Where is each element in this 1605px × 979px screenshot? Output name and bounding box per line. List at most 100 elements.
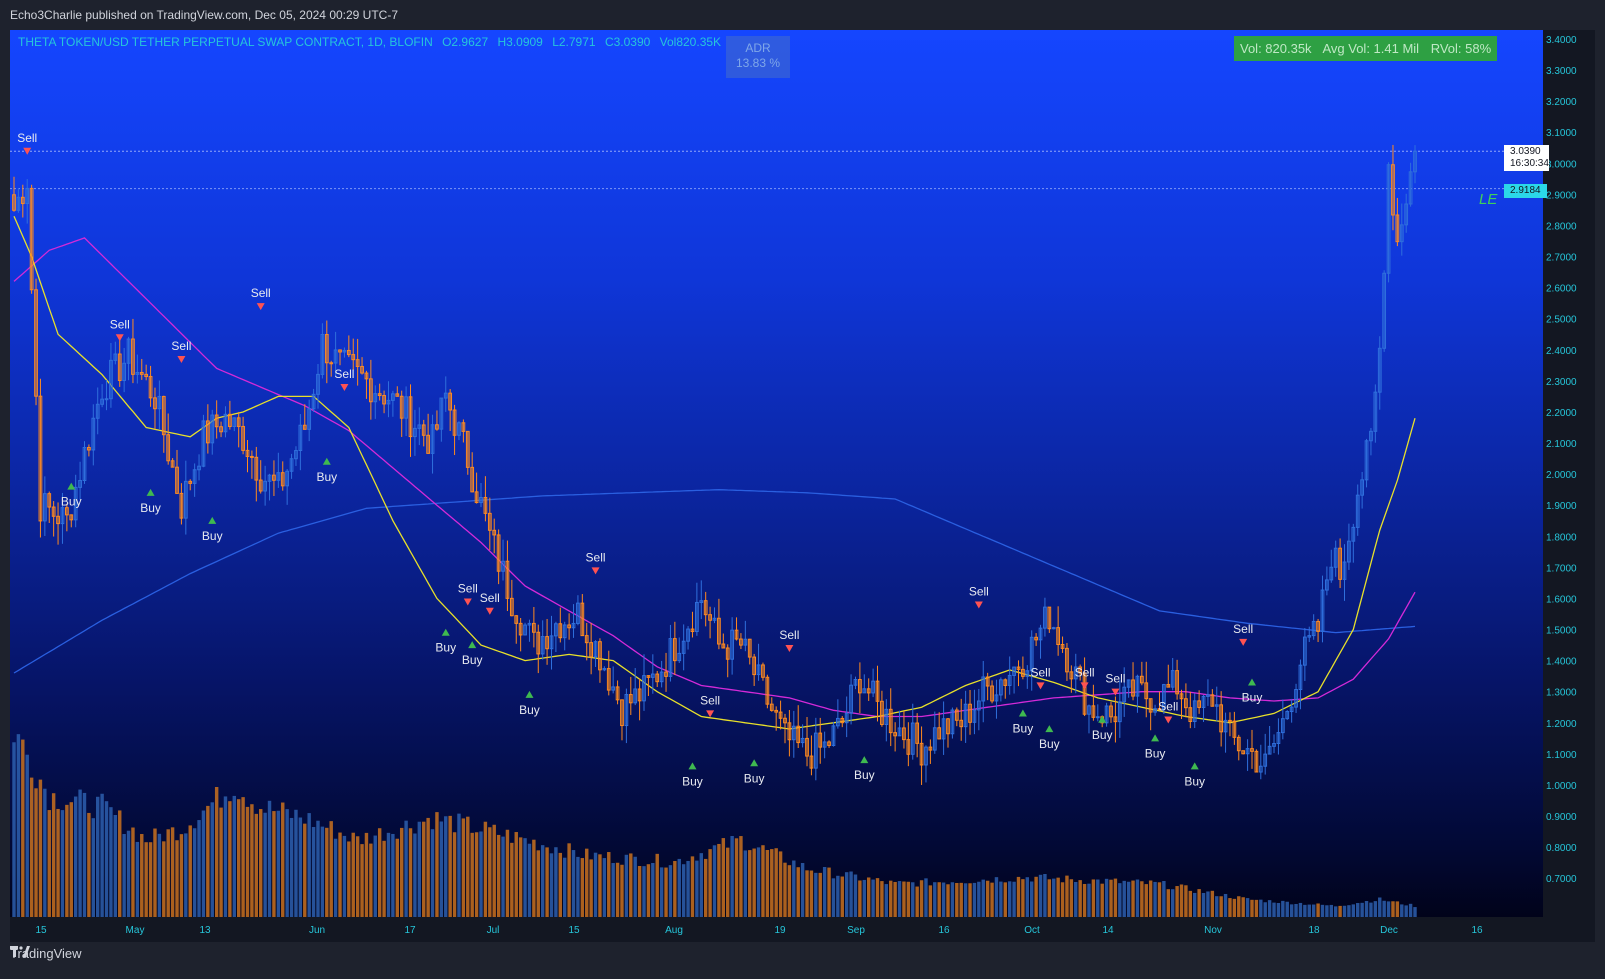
sell-signal-label: Sell <box>334 367 354 381</box>
candle <box>69 514 74 528</box>
candle <box>117 335 122 387</box>
volume-bar <box>941 882 946 917</box>
candle <box>1109 701 1113 723</box>
secondary-price-label: 2.9184 <box>1504 184 1547 198</box>
volume-bar <box>1078 880 1082 917</box>
buy-signal-label: Buy <box>1013 722 1034 736</box>
volume-bar <box>1003 882 1007 917</box>
plot-area[interactable]: Sell Buy Sell Buy Sell Buy Sell Sell Buy Buy Sell B… <box>10 30 1543 917</box>
volume-bar <box>668 865 673 917</box>
sell-signal-marker <box>115 334 124 342</box>
volume-bar <box>43 788 47 917</box>
candle <box>1219 691 1224 747</box>
candle <box>747 638 752 665</box>
volume-bar <box>1267 900 1272 917</box>
candle <box>1280 699 1285 740</box>
price-tick-label: 2.8000 <box>1546 221 1577 232</box>
volume-bar <box>1369 902 1373 917</box>
volume-bar <box>774 848 778 917</box>
buy-signal-marker <box>525 690 534 698</box>
volume-bar <box>241 797 245 917</box>
volume-bar <box>338 832 342 917</box>
candle <box>1386 162 1391 283</box>
volume-bar <box>1082 883 1087 917</box>
avg-vol-text: Avg Vol: 1.41 Mil <box>1322 41 1420 56</box>
time-tick-label: Aug <box>665 925 683 936</box>
volume-bar <box>611 863 615 917</box>
volume-bar <box>399 827 404 917</box>
volume-bar <box>545 847 549 917</box>
volume-bar <box>831 878 836 917</box>
time-tick-label: 18 <box>1308 925 1320 936</box>
price-axis[interactable]: 3.4000 3.3000 3.2000 3.1000 3.0000 2.9000 2.80… <box>1543 30 1595 917</box>
volume-bar <box>1162 881 1166 917</box>
volume-bar <box>422 821 426 917</box>
volume-bar <box>1272 902 1276 917</box>
candle <box>1342 544 1347 601</box>
volume-bar <box>118 810 122 917</box>
volume-bar <box>651 862 655 917</box>
candle <box>884 699 889 742</box>
volume-bar <box>501 836 505 917</box>
candle <box>16 188 21 213</box>
volume-bar <box>1140 881 1144 917</box>
sell-signal-marker <box>1164 716 1173 724</box>
time-tick-label: May <box>126 925 145 936</box>
volume-bar <box>589 859 593 917</box>
price-tick-label: 1.8000 <box>1546 532 1577 543</box>
volume-bar <box>554 847 558 917</box>
volume-bar <box>1320 904 1325 917</box>
volume-bar <box>109 807 113 917</box>
candle <box>302 404 307 430</box>
buy-signal-label: Buy <box>854 768 875 782</box>
volume-bar <box>902 881 906 917</box>
volume-stats-box: Vol: 820.35k Avg Vol: 1.41 Mil RVol: 58% <box>1234 36 1498 61</box>
candle <box>1095 704 1100 722</box>
volume-bar <box>1219 896 1223 917</box>
volume-bar <box>770 849 774 917</box>
buy-signal-label: Buy <box>316 470 337 484</box>
time-axis[interactable]: 15 May 13 Jun 17 Jul 15 Aug 19 Sep 16 Oct 14 Nov 18 Dec… <box>10 917 1595 942</box>
buy-signal-marker <box>67 482 76 490</box>
candle <box>1047 606 1052 633</box>
candle <box>1060 636 1065 653</box>
price-chart[interactable]: SellBuySellBuySellBuySellSellBuyBuySellB… <box>10 30 1543 917</box>
candle <box>862 674 867 694</box>
volume-bar <box>1021 879 1025 917</box>
sell-signal-marker <box>177 356 186 364</box>
volume-bar <box>1074 881 1078 917</box>
volume-bar <box>955 882 959 917</box>
volume-bar <box>479 831 483 917</box>
volume-bar <box>1373 901 1378 917</box>
candle <box>298 414 303 471</box>
volume-bar <box>38 779 43 917</box>
candle <box>1087 704 1091 734</box>
candle <box>805 717 809 767</box>
candle <box>769 697 774 712</box>
chart-frame[interactable]: Sell Buy Sell Buy Sell Buy Sell Sell Buy Buy Sell B… <box>10 30 1595 942</box>
candle <box>179 483 184 525</box>
candle <box>148 365 153 407</box>
buy-signal-label: Buy <box>1242 690 1263 704</box>
candle <box>853 676 858 690</box>
volume-bar <box>267 800 272 917</box>
volume-bar <box>1052 878 1056 917</box>
candle-body <box>250 455 254 458</box>
buy-signal-label: Buy <box>61 495 82 509</box>
candle <box>866 678 871 701</box>
volume-bar <box>818 872 822 917</box>
volume-bar <box>1245 898 1250 917</box>
volume-bar <box>699 853 703 917</box>
candle <box>1338 538 1342 589</box>
candle <box>1192 693 1197 729</box>
candle <box>946 717 950 748</box>
volume-bar <box>483 821 488 917</box>
candle <box>399 390 404 437</box>
candle <box>250 450 254 479</box>
candle <box>963 690 968 743</box>
volume-bar <box>1395 901 1400 917</box>
volume-bar <box>466 816 470 917</box>
candle <box>307 399 312 442</box>
candle <box>910 703 915 760</box>
volume-bar <box>1109 879 1113 917</box>
